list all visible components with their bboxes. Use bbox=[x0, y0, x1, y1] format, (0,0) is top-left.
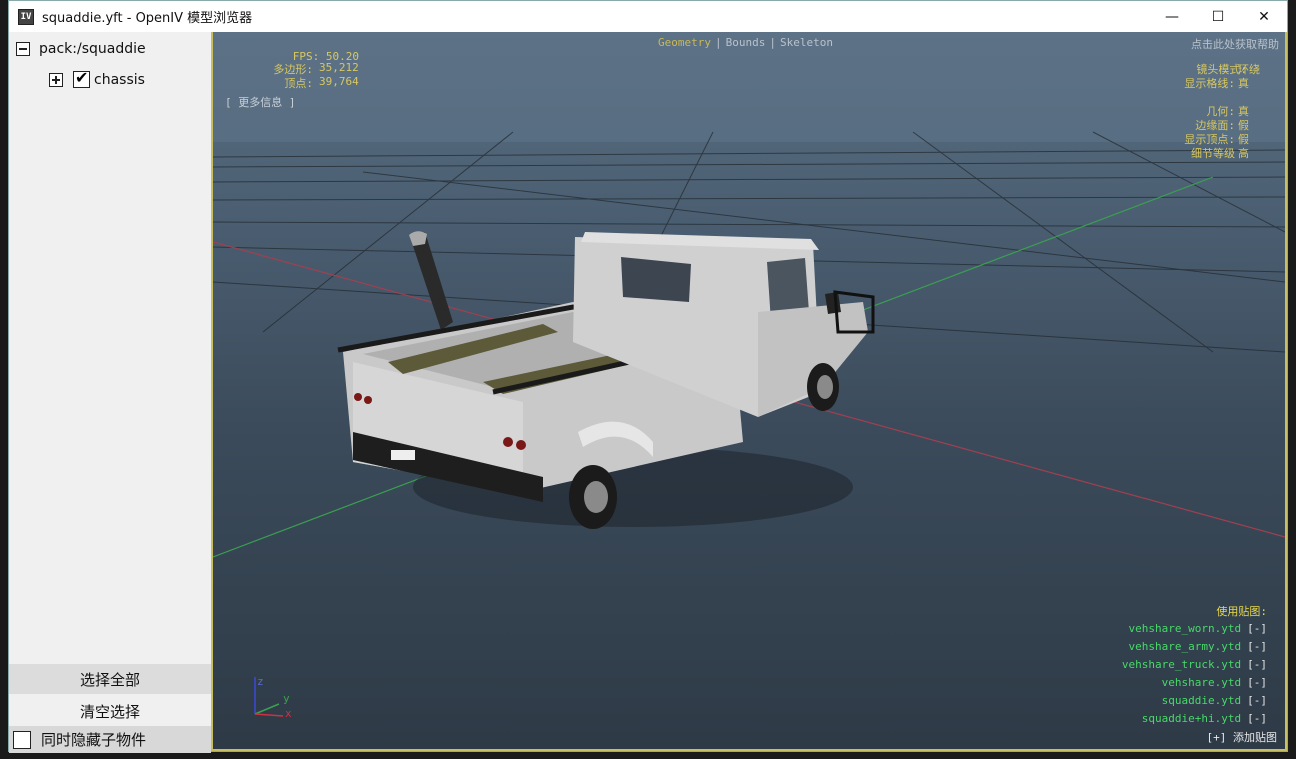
polygons-value: 35,212 bbox=[319, 61, 359, 74]
tree-node-root-label: pack:/squaddie bbox=[39, 41, 146, 57]
mode-bounds[interactable]: Bounds bbox=[726, 36, 766, 49]
render-mode-bar: Geometry | Bounds | Skeleton bbox=[658, 36, 833, 49]
desktop-bottom-strip bbox=[0, 752, 1296, 759]
texture-name: vehshare_army.ytd bbox=[1128, 640, 1242, 653]
expand-icon[interactable] bbox=[49, 72, 63, 87]
axis-x-label: x bbox=[285, 707, 292, 720]
texture-item: vehshare.ytd [-] bbox=[1162, 676, 1267, 689]
hide-children-label: 同时隐藏子物件 bbox=[41, 731, 147, 749]
mode-geometry[interactable]: Geometry bbox=[658, 36, 711, 49]
lod-value[interactable]: 高 bbox=[1238, 145, 1249, 161]
maximize-button[interactable]: ☐ bbox=[1195, 1, 1241, 32]
model-viewer-window: IV squaddie.yft - OpenIV 模型浏览器 — ☐ ✕ pac… bbox=[8, 0, 1288, 753]
checkmark-icon: ✔ bbox=[75, 68, 89, 87]
show-grid-label: 显示格线: bbox=[1184, 77, 1235, 90]
remove-texture-button[interactable]: [-] bbox=[1247, 694, 1267, 707]
mode-separator: | bbox=[714, 36, 722, 49]
mode-skeleton[interactable]: Skeleton bbox=[780, 36, 833, 49]
remove-texture-button[interactable]: [-] bbox=[1247, 640, 1267, 653]
texture-name: vehshare_worn.ytd bbox=[1128, 622, 1242, 635]
show-grid-value[interactable]: 真 bbox=[1238, 75, 1249, 91]
select-all-button[interactable]: 选择全部 bbox=[9, 664, 211, 694]
close-button[interactable]: ✕ bbox=[1241, 1, 1287, 32]
remove-texture-button[interactable]: [-] bbox=[1247, 712, 1267, 725]
chassis-checkbox[interactable]: ✔ bbox=[73, 68, 90, 88]
axis-z-label: z bbox=[257, 675, 264, 688]
tree-node-chassis[interactable]: ✔ chassis bbox=[49, 68, 145, 88]
clear-selection-button[interactable]: 清空选择 bbox=[9, 696, 211, 726]
hide-children-toggle[interactable]: 同时隐藏子物件 bbox=[9, 726, 211, 753]
tree-node-root[interactable]: pack:/squaddie bbox=[16, 41, 146, 57]
add-texture-button[interactable]: [+] 添加贴图 bbox=[1207, 729, 1278, 745]
help-link[interactable]: 点击此处获取帮助 bbox=[1191, 36, 1279, 52]
truck-model bbox=[337, 231, 875, 529]
remove-texture-button[interactable]: [-] bbox=[1247, 622, 1267, 635]
axis-y-label: y bbox=[283, 692, 290, 705]
collapse-icon[interactable] bbox=[16, 42, 30, 56]
desktop-left-strip bbox=[0, 0, 8, 759]
texture-name: vehshare.ytd bbox=[1161, 676, 1242, 689]
title-bar[interactable]: IV squaddie.yft - OpenIV 模型浏览器 — ☐ ✕ bbox=[9, 1, 1287, 32]
scene-render bbox=[213, 32, 1285, 717]
texture-name: squaddie+hi.ytd bbox=[1141, 712, 1242, 725]
hide-children-checkbox[interactable] bbox=[13, 730, 31, 749]
textures-header: 使用贴图: bbox=[1216, 605, 1267, 618]
remove-texture-button[interactable]: [-] bbox=[1247, 676, 1267, 689]
vertices-value: 39,764 bbox=[319, 75, 359, 88]
vertices-label: 顶点: bbox=[284, 77, 313, 90]
3d-viewport[interactable]: z y x FPS: 50.20 多边形: 35,212 顶点: 39,764 … bbox=[211, 32, 1287, 751]
remove-texture-button[interactable]: [-] bbox=[1247, 658, 1267, 671]
texture-item: vehshare_army.ytd [-] bbox=[1129, 640, 1267, 653]
more-info-link[interactable]: [ 更多信息 ] bbox=[225, 94, 296, 110]
texture-item: vehshare_truck.ytd [-] bbox=[1122, 658, 1267, 671]
window-title: squaddie.yft - OpenIV 模型浏览器 bbox=[42, 11, 253, 26]
texture-item: squaddie+hi.ytd [-] bbox=[1142, 712, 1267, 725]
mode-separator: | bbox=[769, 36, 776, 49]
texture-name: vehshare_truck.ytd bbox=[1121, 658, 1242, 671]
texture-name: squaddie.ytd bbox=[1161, 694, 1242, 707]
minimize-button[interactable]: — bbox=[1149, 1, 1195, 32]
object-tree-panel: pack:/squaddie ✔ chassis 选择全部 清空选择 同时隐藏子… bbox=[9, 32, 211, 753]
tree-node-chassis-label: chassis bbox=[94, 71, 145, 88]
openiv-app-icon: IV bbox=[18, 8, 34, 25]
texture-item: squaddie.ytd [-] bbox=[1162, 694, 1267, 707]
lod-label: 细节等级 bbox=[1191, 147, 1235, 160]
desktop-right-strip bbox=[1288, 0, 1296, 759]
texture-item: vehshare_worn.ytd [-] bbox=[1129, 622, 1267, 635]
